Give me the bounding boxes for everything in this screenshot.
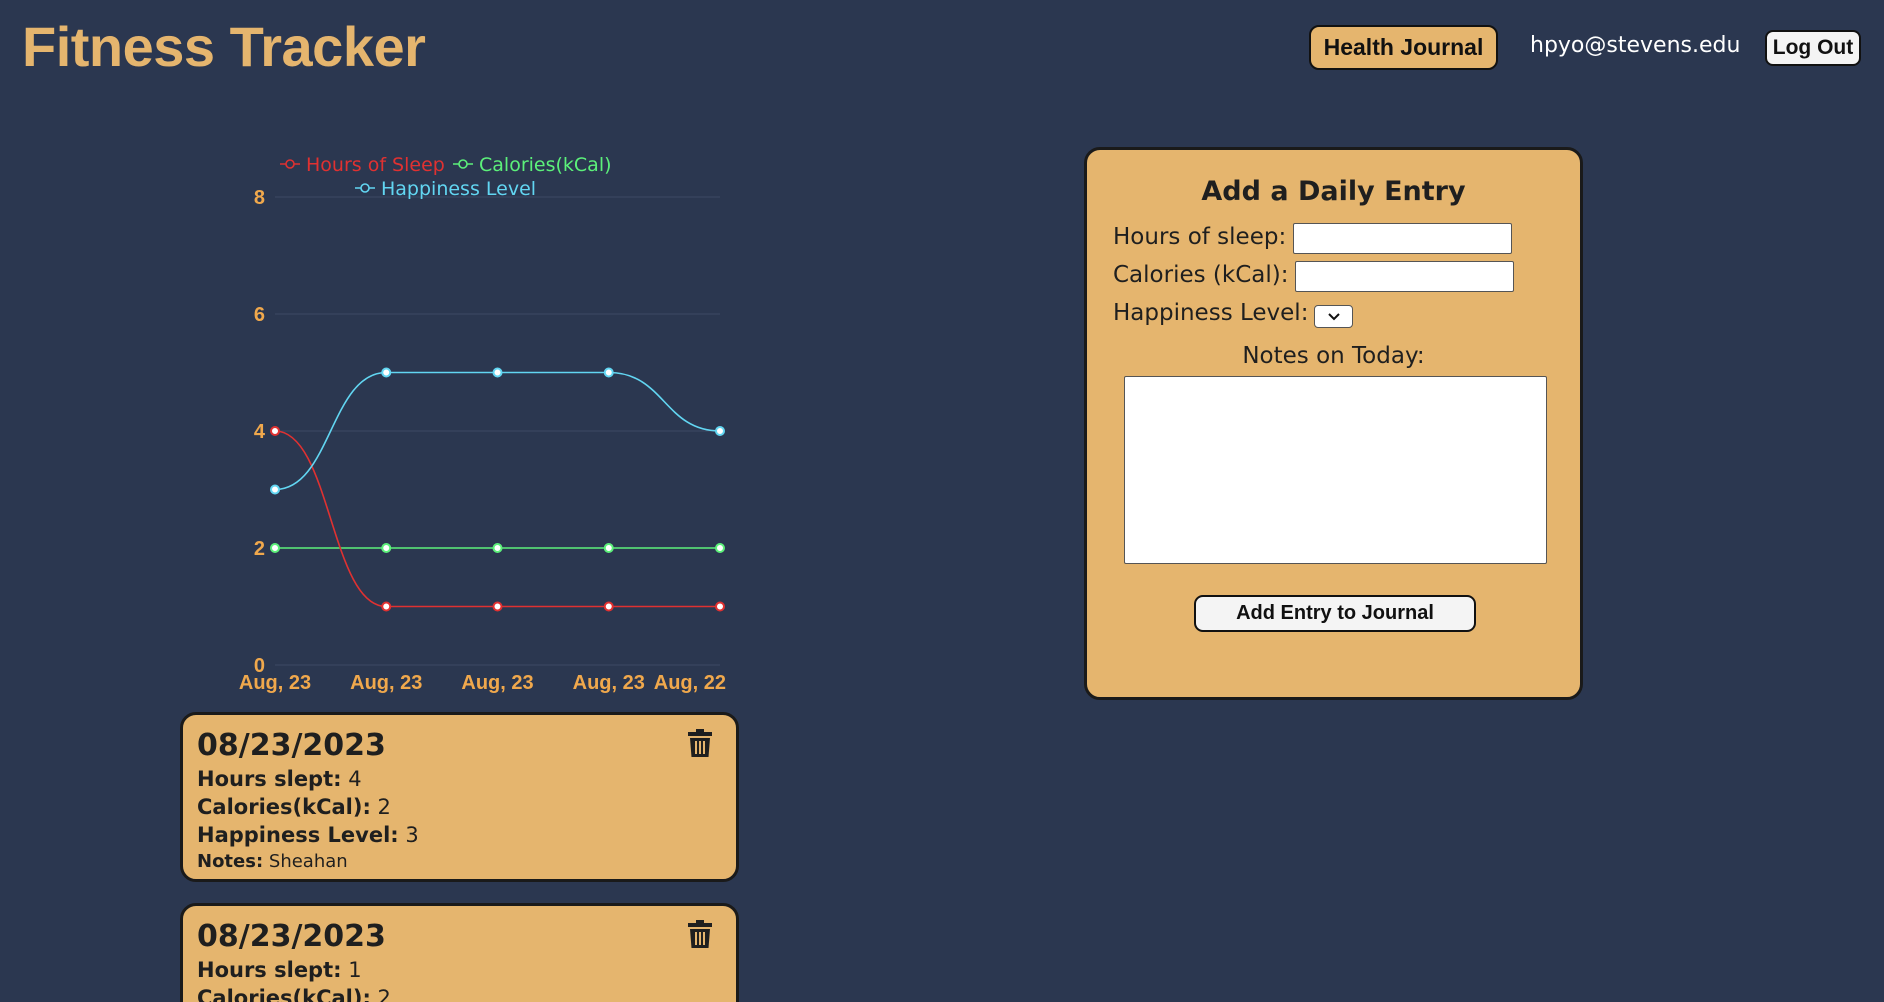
data-point-hours-of-sleep[interactable]: [381, 601, 392, 612]
legend-marker-hours-of-sleep: [285, 159, 295, 169]
entry-happiness-label: Happiness Level:: [197, 823, 399, 847]
y-tick-label: 2: [254, 538, 265, 560]
entry-notes-label: Notes:: [197, 851, 264, 872]
data-point-happiness-level[interactable]: [492, 367, 503, 378]
y-tick-label: 8: [254, 187, 265, 209]
happiness-label: Happiness Level:: [1113, 300, 1309, 326]
add-entry-form: Add a Daily Entry Hours of sleep: Calori…: [1084, 147, 1583, 700]
entry-hours: Hours slept: 4: [197, 765, 722, 793]
notes-textarea[interactable]: [1124, 376, 1547, 564]
form-title: Add a Daily Entry: [1201, 176, 1466, 207]
data-point-hours-of-sleep[interactable]: [270, 426, 280, 436]
entry-calories: Calories(kCal): 2: [197, 984, 722, 1002]
data-point-happiness-level[interactable]: [270, 484, 280, 495]
entry-hours-value: 4: [348, 767, 362, 791]
data-point-calories-kcal[interactable]: [492, 543, 503, 553]
data-point-hours-of-sleep[interactable]: [603, 601, 614, 612]
y-tick-label: 6: [254, 304, 265, 326]
data-point-calories-kcal[interactable]: [270, 543, 280, 553]
sleep-label: Hours of sleep:: [1113, 224, 1287, 250]
legend-label-happiness-level[interactable]: Happiness Level: [381, 178, 536, 200]
data-point-calories-kcal[interactable]: [381, 543, 392, 553]
entry-date: 08/23/2023: [197, 919, 386, 954]
data-point-hours-of-sleep[interactable]: [715, 601, 725, 612]
trash-icon[interactable]: [688, 920, 712, 948]
entry-happiness-value: 3: [405, 823, 419, 847]
series-line-hours-of-sleep: [274, 430, 720, 608]
journal-line-chart: 02468Aug, 23 Aug, 23 Aug, 23 Aug, 23 Aug, 22…: [239, 154, 726, 694]
sleep-input[interactable]: [1293, 223, 1512, 254]
x-tick-label: Aug, 22: [654, 672, 726, 694]
app-title: Fitness Tracker: [22, 15, 426, 78]
x-tick-label: Aug, 23: [461, 672, 533, 694]
legend-marker-calories-kcal: [458, 159, 468, 169]
notes-label: Notes on Today:: [1242, 343, 1425, 369]
y-tick-label: 4: [254, 421, 266, 443]
x-tick-label: Aug, 23: [239, 672, 311, 694]
data-point-hours-of-sleep[interactable]: [492, 601, 503, 612]
data-point-happiness-level[interactable]: [603, 367, 614, 378]
legend-label-calories-kcal[interactable]: Calories(kCal): [479, 154, 612, 176]
health-journal-button[interactable]: Health Journal: [1309, 25, 1498, 70]
entry-hours-value: 1: [348, 958, 362, 982]
journal-entry-card: 08/23/2023 Hours slept: 4 Calories(kCal)…: [180, 712, 739, 882]
legend-marker-happiness-level: [360, 183, 370, 193]
entry-notes: Notes: Sheahan: [197, 849, 722, 875]
data-point-calories-kcal[interactable]: [715, 543, 725, 553]
entry-hours-label: Hours slept:: [197, 958, 342, 982]
x-tick-label: Aug, 23: [350, 672, 422, 694]
x-tick-label: Aug, 23: [573, 672, 645, 694]
user-email: hpyo@stevens.edu: [1530, 33, 1741, 58]
data-point-calories-kcal[interactable]: [603, 543, 614, 553]
entry-date: 08/23/2023: [197, 728, 386, 763]
trash-icon[interactable]: [688, 729, 712, 757]
legend-label-hours-of-sleep[interactable]: Hours of Sleep: [306, 154, 445, 176]
data-point-happiness-level[interactable]: [381, 367, 392, 378]
calories-label: Calories (kCal):: [1113, 262, 1289, 288]
entry-hours-label: Hours slept:: [197, 767, 342, 791]
entry-calories-label: Calories(kCal):: [197, 986, 371, 1002]
chevron-down-icon: [1327, 312, 1340, 320]
logout-button[interactable]: Log Out: [1765, 30, 1861, 66]
entry-notes-value: Sheahan: [268, 851, 348, 872]
entry-happiness: Happiness Level: 3: [197, 821, 722, 849]
calories-input[interactable]: [1295, 261, 1514, 292]
happiness-select[interactable]: [1314, 305, 1353, 328]
entry-calories: Calories(kCal): 2: [197, 793, 722, 821]
data-point-happiness-level[interactable]: [715, 426, 725, 436]
entry-hours: Hours slept: 1: [197, 956, 722, 984]
journal-entry-card: 08/23/2023 Hours slept: 1 Calories(kCal)…: [180, 903, 739, 1002]
add-entry-button[interactable]: Add Entry to Journal: [1194, 595, 1476, 632]
entry-calories-value: 2: [377, 795, 391, 819]
entry-calories-value: 2: [377, 986, 391, 1002]
entry-calories-label: Calories(kCal):: [197, 795, 371, 819]
